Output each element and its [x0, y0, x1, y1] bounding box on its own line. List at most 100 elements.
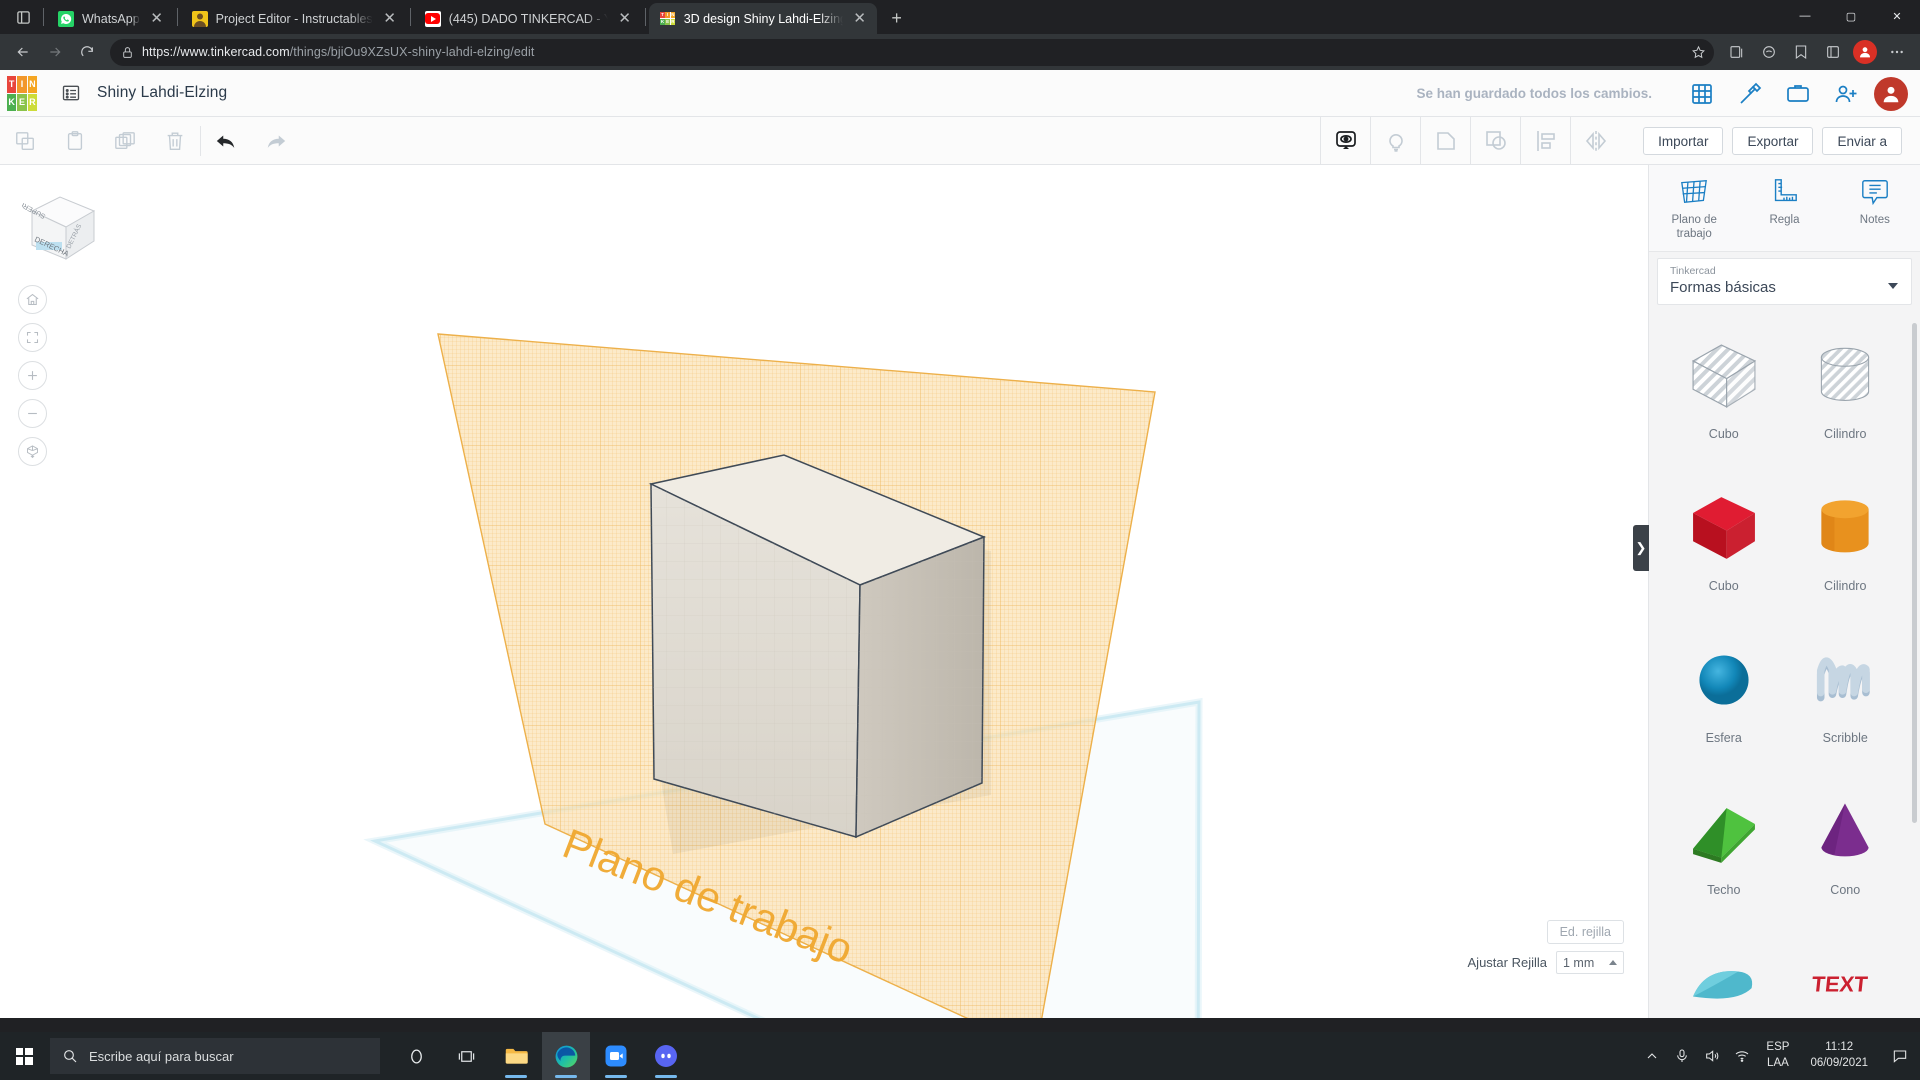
- tab-search-icon[interactable]: [6, 2, 40, 32]
- duplicate-icon[interactable]: [100, 117, 150, 165]
- shape-item-cylinder[interactable]: Cilindro: [1785, 473, 1907, 623]
- zoom-in-icon[interactable]: [18, 361, 47, 390]
- shape-item-scribble[interactable]: Scribble: [1785, 625, 1907, 775]
- collections-pane-icon[interactable]: [1818, 37, 1848, 67]
- ruler-tool[interactable]: Regla: [1739, 165, 1829, 251]
- gallery-icon[interactable]: [1774, 70, 1822, 117]
- mirror-icon[interactable]: [1571, 117, 1621, 165]
- settings-more-icon[interactable]: [1882, 37, 1912, 67]
- browser-tab-whatsapp[interactable]: WhatsApp ✕: [47, 3, 174, 34]
- search-input[interactable]: Escribe aquí para buscar: [50, 1038, 380, 1074]
- window-maximize-button[interactable]: ▢: [1828, 0, 1874, 32]
- microphone-icon[interactable]: [1667, 1032, 1697, 1080]
- logo-letter: N: [27, 75, 37, 93]
- 3d-viewport[interactable]: Plano de trabajo SUPERIOR DERECHA DETRÁS…: [0, 165, 1648, 1018]
- tab-close-icon[interactable]: ✕: [381, 10, 399, 28]
- windows-start-icon[interactable]: [0, 1032, 48, 1080]
- panel-scrollbar[interactable]: [1912, 322, 1917, 823]
- shape-item-paraboloid[interactable]: [1663, 929, 1785, 1018]
- workplane-tool[interactable]: Plano de trabajo: [1649, 165, 1739, 251]
- shape-item-text[interactable]: TEXT: [1785, 929, 1907, 1018]
- delete-icon[interactable]: [150, 117, 200, 165]
- design-list-icon[interactable]: [58, 80, 84, 106]
- paste-icon[interactable]: [50, 117, 100, 165]
- undo-icon[interactable]: [201, 117, 251, 165]
- zoom-out-icon[interactable]: [18, 399, 47, 428]
- shape-item-box[interactable]: Cubo: [1663, 473, 1785, 623]
- copy-icon[interactable]: [0, 117, 50, 165]
- profile-icon[interactable]: [1850, 37, 1880, 67]
- microsoft-edge-icon[interactable]: [542, 1032, 590, 1080]
- shape-item-hole-cylinder[interactable]: Cilindro: [1785, 321, 1907, 471]
- tab-close-icon[interactable]: ✕: [851, 10, 869, 28]
- notes-tool[interactable]: Notes: [1830, 165, 1920, 251]
- speaker-icon[interactable]: [1697, 1032, 1727, 1080]
- tinkercad-logo[interactable]: T I N K E R: [0, 70, 44, 117]
- logo-letter: K: [7, 93, 17, 111]
- copilot-icon[interactable]: [1754, 37, 1784, 67]
- header-actions: [1678, 70, 1920, 117]
- clock-date: 06/09/2021: [1810, 1057, 1868, 1069]
- shape-library-select[interactable]: Tinkercad Formas básicas: [1657, 257, 1912, 305]
- language-indicator[interactable]: ESP LAA: [1757, 1040, 1798, 1071]
- send-to-button[interactable]: Enviar a: [1822, 127, 1902, 155]
- group-icon[interactable]: [1421, 117, 1472, 165]
- tab-close-icon[interactable]: ✕: [148, 10, 166, 28]
- tab-divider: [43, 8, 44, 26]
- cortana-icon[interactable]: [392, 1032, 440, 1080]
- tinker-hammer-icon[interactable]: [1726, 70, 1774, 117]
- browser-window: WhatsApp ✕ Project Editor - Instructable…: [0, 0, 1920, 1080]
- task-view-icon[interactable]: [442, 1032, 490, 1080]
- fit-view-icon[interactable]: [18, 323, 47, 352]
- file-explorer-icon[interactable]: [492, 1032, 540, 1080]
- new-tab-button[interactable]: +: [883, 4, 911, 32]
- shape-item-roof[interactable]: Techo: [1663, 777, 1785, 927]
- url-input[interactable]: https://www.tinkercad.com/things/bjiOu9X…: [110, 38, 1714, 66]
- shape-item-hole-box[interactable]: Cubo: [1663, 321, 1785, 471]
- url-scheme: https://: [142, 45, 181, 59]
- wifi-icon[interactable]: [1727, 1032, 1757, 1080]
- window-minimize-button[interactable]: —: [1782, 0, 1828, 32]
- discord-icon[interactable]: [642, 1032, 690, 1080]
- box-icon: [1686, 487, 1762, 569]
- invite-user-icon[interactable]: [1822, 70, 1870, 117]
- shapes-scroll-area[interactable]: Cubo Cilindro Cubo Cilindro Esfera Scrib…: [1649, 305, 1920, 1018]
- shape-item-sphere[interactable]: Esfera: [1663, 625, 1785, 775]
- shape-label: Cubo: [1708, 426, 1739, 441]
- clock[interactable]: 11:12 06/09/2021: [1798, 1040, 1880, 1071]
- cone-icon: [1810, 791, 1880, 873]
- browser-tab-instructables[interactable]: Project Editor - Instructables ✕: [181, 3, 407, 34]
- light-icon[interactable]: [1371, 117, 1422, 165]
- grid-snap-select[interactable]: 1 mm: [1556, 951, 1624, 974]
- ortho-perspective-icon[interactable]: [18, 437, 47, 466]
- import-button[interactable]: Importar: [1643, 127, 1724, 155]
- export-button[interactable]: Exportar: [1732, 127, 1814, 155]
- show-hide-icon[interactable]: [1321, 117, 1372, 165]
- chevron-up-icon[interactable]: [1637, 1032, 1667, 1080]
- home-view-icon[interactable]: [18, 285, 47, 314]
- zoom-icon[interactable]: [592, 1032, 640, 1080]
- shape-item-cone[interactable]: Cono: [1785, 777, 1907, 927]
- apps-grid-icon[interactable]: [1678, 70, 1726, 117]
- edit-grid-button[interactable]: Ed. rejilla: [1546, 920, 1624, 944]
- redo-icon[interactable]: [251, 117, 301, 165]
- favorites-icon[interactable]: [1786, 37, 1816, 67]
- star-icon[interactable]: [1691, 45, 1706, 60]
- panel-collapse-button[interactable]: ❯: [1633, 525, 1649, 571]
- back-button[interactable]: [8, 37, 38, 67]
- avatar[interactable]: [1874, 76, 1908, 111]
- ungroup-icon[interactable]: [1471, 117, 1522, 165]
- collections-icon[interactable]: [1722, 37, 1752, 67]
- reload-button[interactable]: [72, 37, 102, 67]
- window-close-button[interactable]: ✕: [1874, 0, 1920, 32]
- browser-tab-youtube[interactable]: (445) DADO TINKERCAD - YouTube ✕: [414, 3, 642, 34]
- windows-taskbar: Escribe aquí para buscar ESP LAA 11:12 0…: [0, 1032, 1920, 1080]
- forward-button[interactable]: [40, 37, 70, 67]
- view-cube[interactable]: SUPERIOR DERECHA DETRÁS: [11, 187, 96, 260]
- tab-close-icon[interactable]: ✕: [616, 10, 634, 28]
- page-title[interactable]: Shiny Lahdi-Elzing: [97, 84, 227, 102]
- notification-icon[interactable]: [1880, 1032, 1920, 1080]
- shape-label: Scribble: [1822, 730, 1868, 745]
- browser-tab-tinkercad[interactable]: TIN KER 3D design Shiny Lahdi-Elzing | T…: [648, 3, 877, 34]
- align-icon[interactable]: [1521, 117, 1572, 165]
